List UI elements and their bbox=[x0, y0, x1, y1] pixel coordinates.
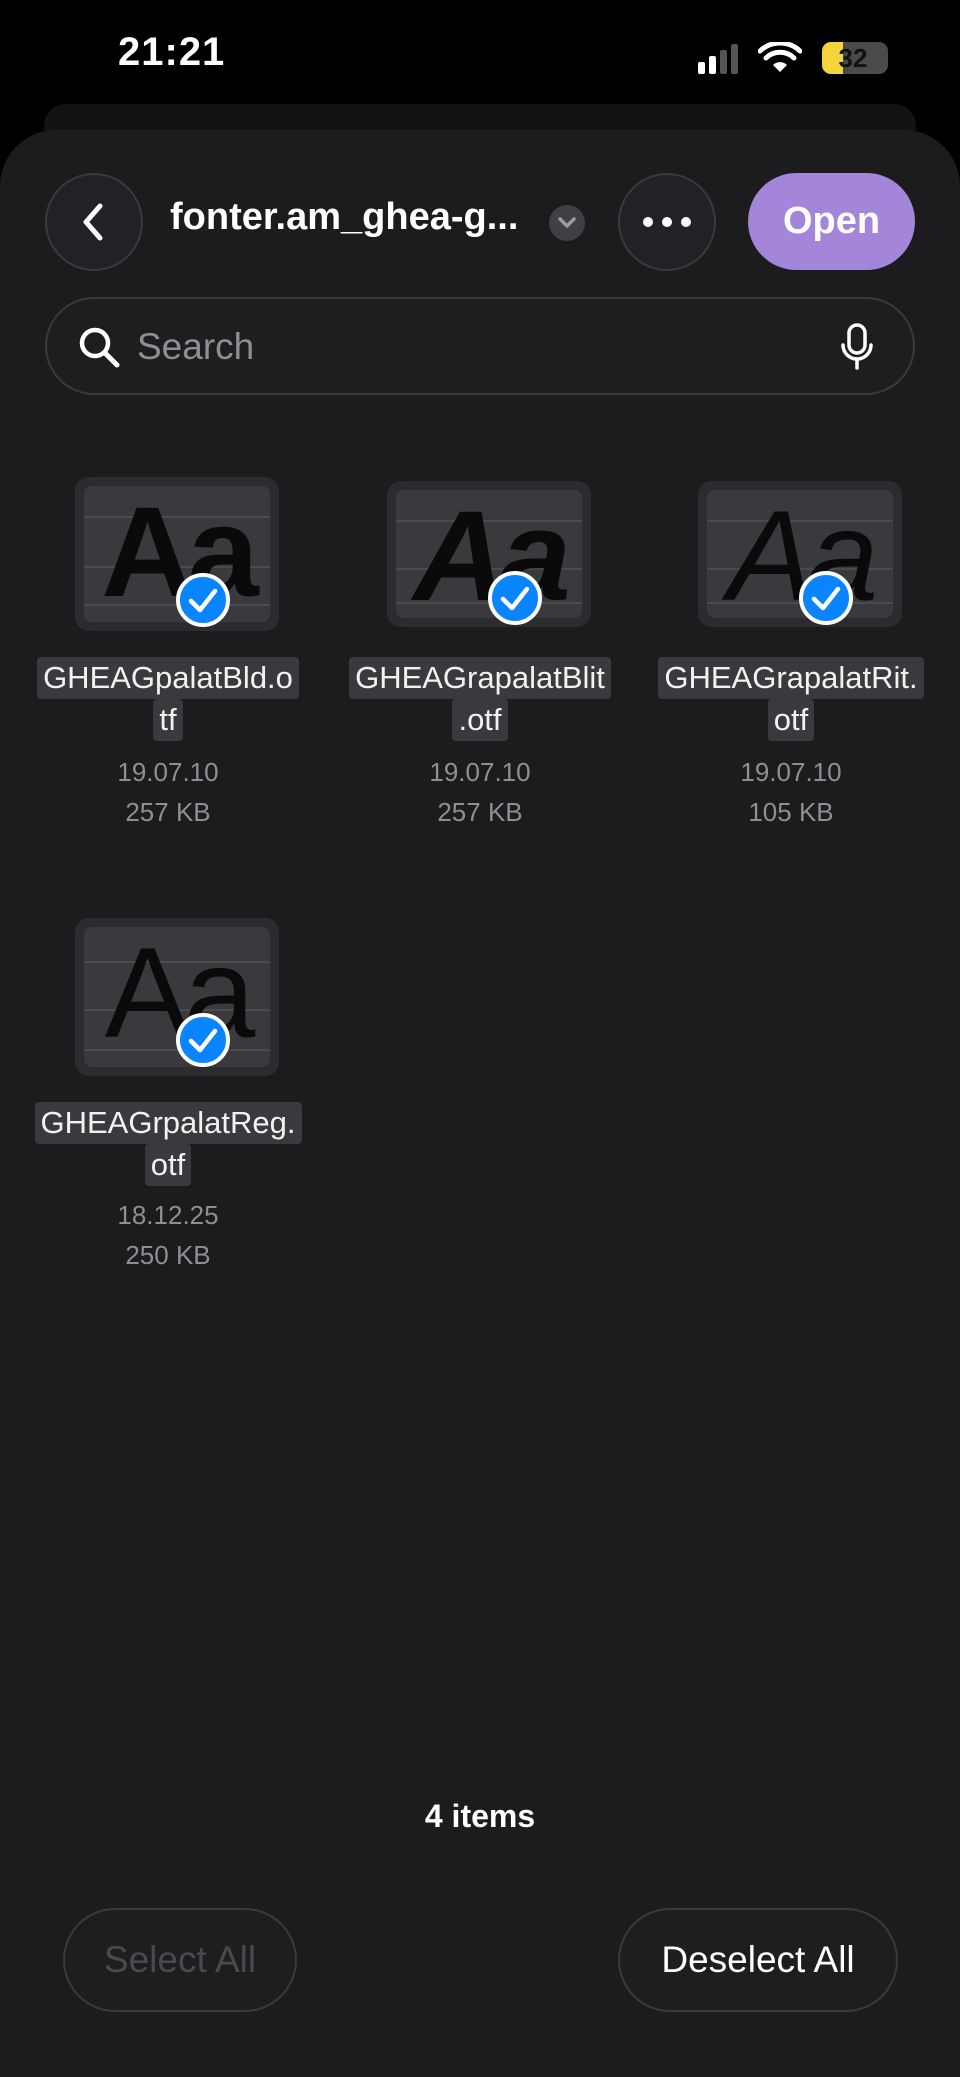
file-name: GHEAGpalatBld.o tf bbox=[28, 657, 308, 741]
microphone-icon[interactable] bbox=[839, 323, 875, 371]
status-icons: 32 bbox=[698, 36, 888, 80]
file-date: 19.07.10 bbox=[117, 757, 219, 787]
file-size: 257 KB bbox=[125, 797, 211, 827]
deselect-all-button[interactable]: Deselect All bbox=[618, 1908, 898, 2012]
folder-title[interactable]: fonter.am_ghea-g... bbox=[170, 196, 518, 239]
folder-menu-button[interactable] bbox=[549, 205, 585, 241]
battery-level: 32 bbox=[838, 43, 868, 73]
status-bar: 21:21 32 bbox=[0, 0, 960, 110]
file-size: 250 KB bbox=[125, 1240, 211, 1270]
file-name-line-1: GHEAGrapalatBlit bbox=[349, 657, 611, 699]
checkmark-circle-icon bbox=[176, 573, 230, 627]
checkmark-circle-icon bbox=[176, 1013, 230, 1067]
file-name-line-2: tf bbox=[153, 699, 183, 741]
cellular-signal-icon bbox=[698, 42, 738, 74]
checkmark-circle-icon bbox=[488, 571, 542, 625]
file-size: 257 KB bbox=[437, 797, 523, 827]
file-name-line-1: GHEAGrapalatRit. bbox=[658, 657, 924, 699]
file-name-line-1: GHEAGpalatBld.o bbox=[37, 657, 299, 699]
battery-icon: 32 bbox=[822, 42, 888, 74]
checkmark-circle-icon bbox=[799, 571, 853, 625]
open-button[interactable]: Open bbox=[748, 173, 915, 270]
file-name: GHEAGrapalatBlit .otf bbox=[340, 657, 620, 741]
file-name-line-1: GHEAGrpalatReg. bbox=[34, 1102, 302, 1144]
file-date: 19.07.10 bbox=[429, 757, 531, 787]
file-name-line-2: otf bbox=[767, 699, 815, 741]
select-all-button[interactable]: Select All bbox=[63, 1908, 297, 2012]
chevron-left-icon bbox=[83, 203, 103, 241]
more-options-button[interactable] bbox=[618, 173, 716, 271]
file-name: GHEAGrapalatRit. otf bbox=[651, 657, 931, 741]
search-icon bbox=[79, 327, 120, 368]
file-name-line-2: .otf bbox=[452, 699, 508, 741]
items-count: 4 items bbox=[424, 1798, 536, 1834]
chevron-down-icon bbox=[558, 217, 576, 228]
wifi-icon bbox=[758, 42, 802, 72]
ellipsis-icon bbox=[643, 217, 691, 227]
search-bar[interactable] bbox=[45, 297, 915, 395]
file-date: 19.07.10 bbox=[740, 757, 842, 787]
back-button[interactable] bbox=[45, 173, 143, 271]
status-time: 21:21 bbox=[118, 30, 226, 74]
file-size: 105 KB bbox=[748, 797, 834, 827]
search-input[interactable] bbox=[137, 319, 837, 375]
file-date: 18.12.25 bbox=[117, 1200, 219, 1230]
file-name-line-2: otf bbox=[144, 1144, 192, 1186]
file-name: GHEAGrpalatReg. otf bbox=[28, 1102, 308, 1186]
